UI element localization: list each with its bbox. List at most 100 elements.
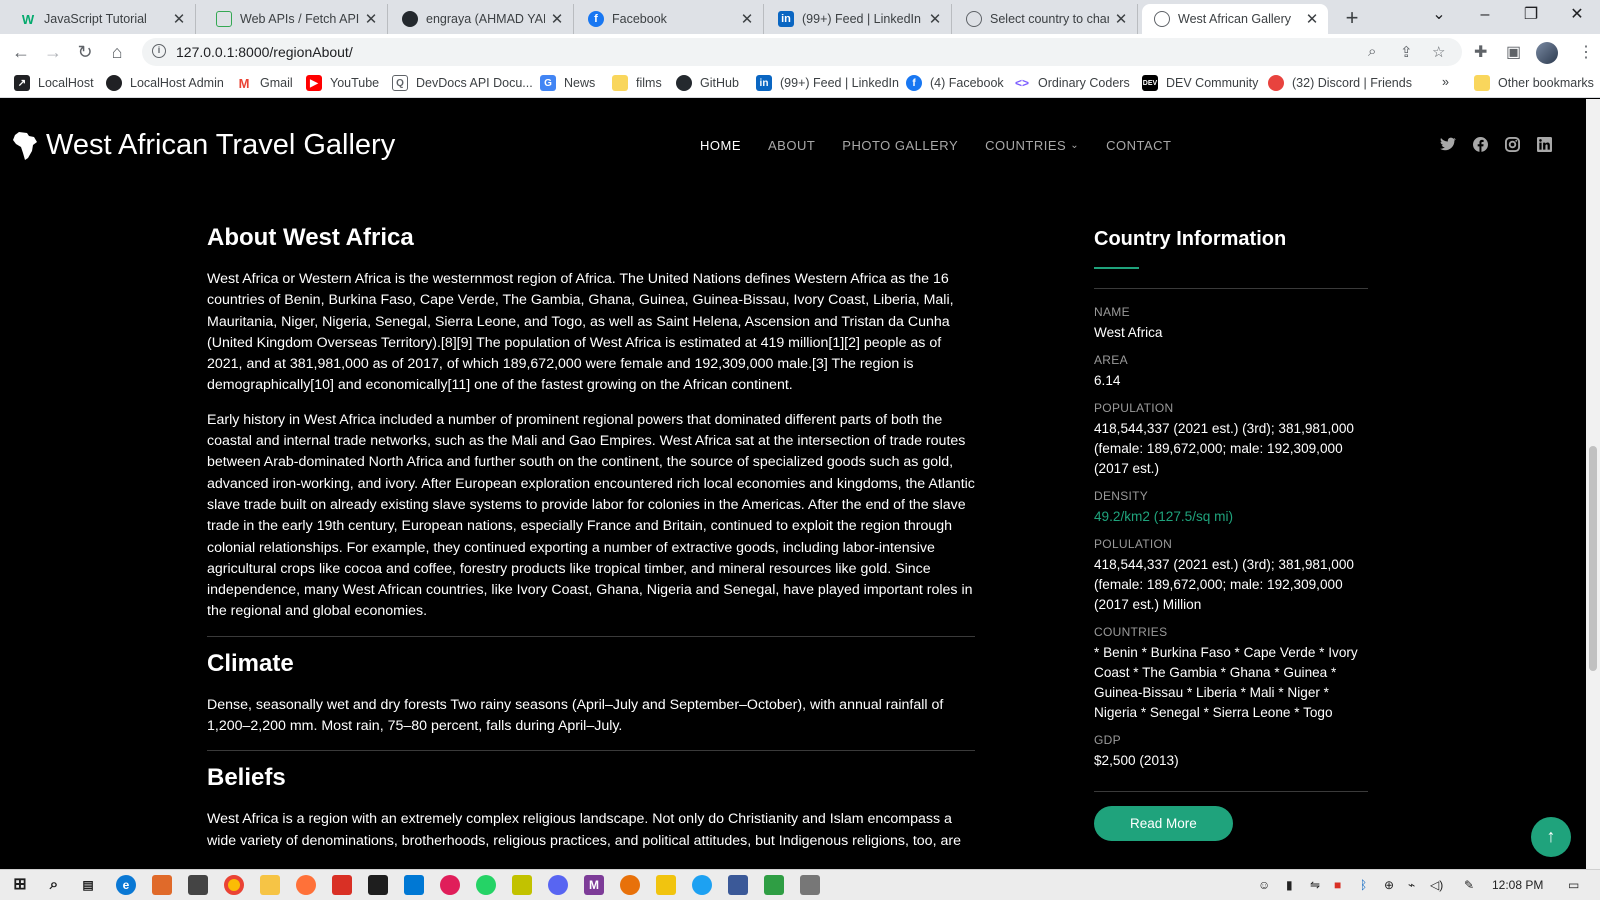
scrollbar-thumb[interactable] xyxy=(1589,446,1597,671)
volume-icon[interactable]: ◁) xyxy=(1430,878,1443,892)
restore-icon[interactable]: ❐ xyxy=(1508,0,1554,34)
twitter-icon[interactable] xyxy=(1440,137,1456,153)
notifications-icon[interactable]: ▭ xyxy=(1568,878,1579,892)
whatsapp-icon[interactable] xyxy=(476,875,496,895)
forward-icon[interactable]: → xyxy=(40,39,66,65)
nav-about[interactable]: ABOUT xyxy=(768,138,815,153)
windows-start-icon[interactable]: ⊞ xyxy=(10,875,30,895)
nav-countries[interactable]: COUNTRIES ⌄ xyxy=(985,138,1079,153)
read-more-button[interactable]: Read More xyxy=(1094,806,1233,841)
history-paragraph: Early history in West Africa included a … xyxy=(207,411,975,620)
nav-photo-gallery[interactable]: PHOTO GALLERY xyxy=(842,138,958,153)
bookmark-item[interactable]: films xyxy=(612,75,662,91)
browser-tab[interactable]: W JavaScript Tutorial ✕ xyxy=(8,4,196,34)
discord-icon[interactable] xyxy=(548,875,568,895)
bookmark-item[interactable]: GitHub xyxy=(676,75,739,91)
bookmark-item[interactable]: DEV DEV Community xyxy=(1142,75,1258,91)
language-icon[interactable]: ⊕ xyxy=(1384,878,1394,892)
tray-icon[interactable]: ■ xyxy=(1334,878,1341,892)
more-bookmarks-button[interactable]: » xyxy=(1442,75,1449,89)
app-icon[interactable] xyxy=(728,875,748,895)
extensions-icon[interactable]: ✚ xyxy=(1474,42,1487,62)
app-icon[interactable]: M xyxy=(584,875,604,895)
close-tab-icon[interactable]: ✕ xyxy=(1113,10,1129,28)
close-tab-icon[interactable]: ✕ xyxy=(171,10,187,28)
clock-time[interactable]: 12:08 PM xyxy=(1492,878,1543,892)
close-tab-icon[interactable]: ✕ xyxy=(1304,10,1320,28)
tray-icon[interactable]: ▮ xyxy=(1286,878,1293,892)
share-icon[interactable]: ⇪ xyxy=(1400,43,1413,61)
chrome-icon[interactable] xyxy=(224,875,244,895)
nav-contact[interactable]: CONTACT xyxy=(1106,138,1171,153)
new-tab-button[interactable]: + xyxy=(1338,6,1366,32)
browser-tab[interactable]: in (99+) Feed | LinkedIn ✕ xyxy=(766,4,952,34)
facebook-icon[interactable] xyxy=(1472,137,1488,153)
app-icon[interactable] xyxy=(332,875,352,895)
site-info-icon[interactable]: i xyxy=(152,44,166,58)
close-tab-icon[interactable]: ✕ xyxy=(363,10,379,28)
url-text[interactable]: 127.0.0.1:8000/regionAbout/ xyxy=(176,44,353,60)
linkedin-icon[interactable] xyxy=(1536,137,1552,153)
search-icon[interactable]: ⌕ xyxy=(44,875,64,895)
vscode-icon[interactable] xyxy=(404,875,424,895)
bookmark-star-icon[interactable]: ☆ xyxy=(1432,43,1445,61)
profile-avatar[interactable] xyxy=(1536,42,1558,64)
side-panel-icon[interactable]: ▣ xyxy=(1506,42,1521,62)
zoom-icon[interactable]: ⌕ xyxy=(1368,43,1376,60)
instagram-icon[interactable] xyxy=(1504,137,1520,153)
store-icon[interactable] xyxy=(188,875,208,895)
back-to-top-button[interactable]: ↑ xyxy=(1531,817,1571,857)
bookmark-item[interactable]: LocalHost Admin xyxy=(106,75,224,91)
back-icon[interactable]: ← xyxy=(8,39,34,65)
browser-tab[interactable]: Web APIs / Fetch API: U ✕ xyxy=(204,4,388,34)
file-explorer-icon[interactable] xyxy=(260,875,280,895)
app-icon[interactable] xyxy=(800,875,820,895)
app-icon[interactable] xyxy=(512,875,532,895)
minimize-icon[interactable]: – xyxy=(1462,0,1508,34)
bluetooth-icon[interactable]: ᛒ xyxy=(1360,878,1367,892)
network-icon[interactable]: ⌁ xyxy=(1408,878,1415,892)
bookmark-item[interactable]: G News xyxy=(540,75,595,91)
site-logo[interactable]: West African Travel Gallery xyxy=(12,129,395,162)
bookmark-item[interactable]: in (99+) Feed | LinkedIn xyxy=(756,75,899,91)
close-tab-icon[interactable]: ✕ xyxy=(739,10,755,28)
menu-icon[interactable]: ⋮ xyxy=(1578,42,1594,62)
bookmark-item[interactable]: M Gmail xyxy=(236,75,293,91)
task-view-icon[interactable]: ▤ xyxy=(78,875,98,895)
pen-icon[interactable]: ✎ xyxy=(1464,878,1474,892)
browser-tab[interactable]: engraya (AHMAD YAKU ✕ xyxy=(390,4,574,34)
tab-search-icon[interactable]: ⌄ xyxy=(1416,0,1462,34)
close-window-icon[interactable]: ✕ xyxy=(1554,0,1600,34)
address-bar[interactable]: i 127.0.0.1:8000/regionAbout/ ⌕ ⇪ ☆ xyxy=(142,38,1462,66)
close-tab-icon[interactable]: ✕ xyxy=(927,10,943,28)
app-icon[interactable] xyxy=(764,875,784,895)
app-icon[interactable] xyxy=(152,875,172,895)
edge-icon[interactable]: e xyxy=(116,875,136,895)
density-link[interactable]: 49.2/km2 (127.5/sq mi) xyxy=(1094,507,1368,527)
bookmark-item[interactable]: (32) Discord | Friends xyxy=(1268,75,1412,91)
firefox-icon[interactable] xyxy=(296,875,316,895)
bookmark-item[interactable]: <> Ordinary Coders xyxy=(1014,75,1130,91)
app-icon[interactable] xyxy=(620,875,640,895)
linkedin-icon: in xyxy=(756,75,772,91)
bookmark-item[interactable]: f (4) Facebook xyxy=(906,75,1004,91)
other-bookmarks[interactable]: Other bookmarks xyxy=(1474,75,1594,91)
slack-icon[interactable] xyxy=(440,875,460,895)
app-icon[interactable] xyxy=(692,875,712,895)
browser-tab[interactable]: f Facebook ✕ xyxy=(576,4,764,34)
info-density: DENSITY 49.2/km2 (127.5/sq mi) xyxy=(1094,489,1368,527)
bookmark-item[interactable]: Q DevDocs API Docu... xyxy=(392,75,533,91)
browser-tab-active[interactable]: West African Gallery ✕ xyxy=(1142,4,1328,34)
tray-icon[interactable]: ⇋ xyxy=(1310,878,1320,892)
page-scrollbar[interactable] xyxy=(1586,99,1600,869)
app-icon[interactable] xyxy=(656,875,676,895)
browser-tab[interactable]: Select country to chang ✕ xyxy=(954,4,1138,34)
bookmark-item[interactable]: ↗ LocalHost xyxy=(14,75,94,91)
mail-icon[interactable] xyxy=(368,875,388,895)
bookmark-item[interactable]: ▶ YouTube xyxy=(306,75,379,91)
people-icon[interactable]: ☺ xyxy=(1258,878,1270,892)
reload-icon[interactable]: ↻ xyxy=(72,39,98,65)
nav-home[interactable]: HOME xyxy=(700,138,741,153)
home-icon[interactable]: ⌂ xyxy=(104,39,130,65)
close-tab-icon[interactable]: ✕ xyxy=(549,10,565,28)
